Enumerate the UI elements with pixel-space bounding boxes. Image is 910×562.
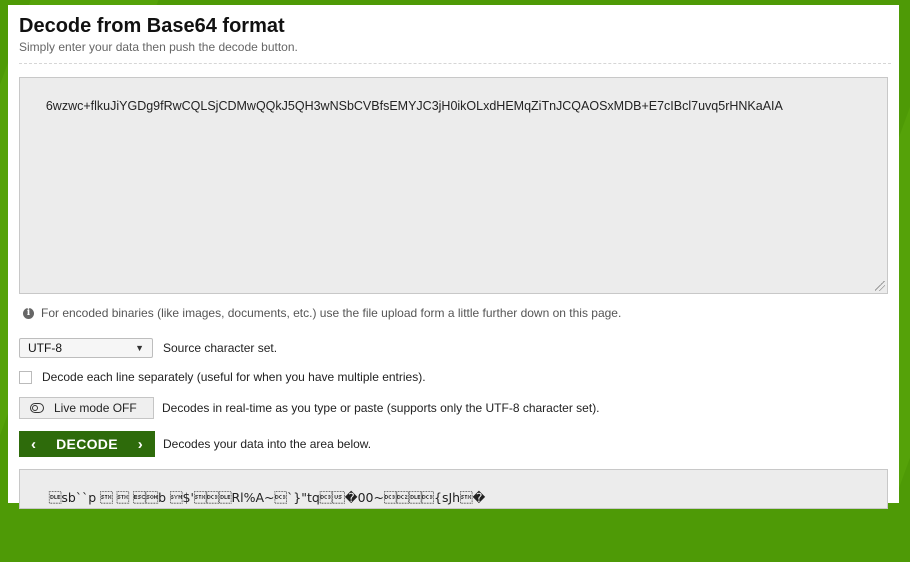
toggle-icon (30, 403, 44, 413)
live-mode-row: Live mode OFF Decodes in real-time as yo… (19, 397, 600, 419)
decode-button[interactable]: ‹ DECODE › (19, 431, 155, 457)
charset-row: UTF-8 ▼ Source character set. (19, 338, 277, 358)
decode-button-label: DECODE (56, 436, 118, 452)
charset-label: Source character set. (163, 341, 278, 355)
live-mode-description: Decodes in real-time as you type or past… (162, 401, 600, 415)
charset-select[interactable]: UTF-8 ▼ (19, 338, 153, 358)
each-line-label: Decode each line separately (useful for … (42, 370, 426, 384)
input-textarea[interactable]: 6wzwc+flkuJiYGDg9fRwCQLSjCDMwQQkJ5QH3wNS… (19, 77, 888, 294)
charset-selected-value: UTF-8 (28, 341, 62, 355)
chevron-left-icon: ‹ (31, 435, 37, 453)
decode-row: ‹ DECODE › Decodes your data into the ar… (19, 431, 371, 457)
each-line-checkbox[interactable] (19, 370, 32, 384)
upload-note-text: For encoded binaries (like images, docum… (41, 306, 622, 320)
page-title: Decode from Base64 format (19, 15, 285, 37)
input-text: 6wzwc+flkuJiYGDg9fRwCQLSjCDMwQQkJ5QH3wNS… (45, 99, 783, 113)
divider (19, 63, 891, 64)
chevron-right-icon: › (137, 435, 143, 453)
output-textarea[interactable]: sb``p   b $'Rl%A~`}"tq �00~… (19, 469, 888, 509)
upload-note: i For encoded binaries (like images, doc… (23, 306, 621, 320)
live-mode-button[interactable]: Live mode OFF (19, 397, 154, 419)
resize-handle[interactable] (875, 281, 885, 291)
info-icon: i (23, 307, 34, 319)
live-mode-button-label: Live mode OFF (54, 401, 137, 415)
chevron-down-icon: ▼ (135, 343, 144, 353)
decode-description: Decodes your data into the area below. (163, 437, 372, 451)
each-line-row: Decode each line separately (useful for … (19, 370, 426, 384)
main-panel: Decode from Base64 format Simply enter y… (8, 5, 899, 509)
page-subtitle: Simply enter your data then push the dec… (19, 40, 298, 54)
